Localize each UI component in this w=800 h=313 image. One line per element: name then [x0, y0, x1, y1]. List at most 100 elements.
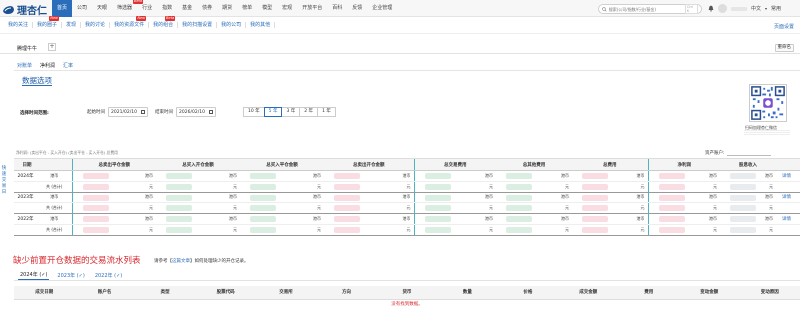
rename-button[interactable]: 重命名 — [774, 44, 794, 52]
language-switch[interactable]: 中文 — [751, 5, 761, 12]
value-cell: 元 — [496, 224, 572, 236]
currency-unit: 港币 — [485, 172, 493, 178]
brand-name: 理杏仁 — [17, 6, 47, 17]
currency-unit: 港币 — [765, 216, 773, 222]
table-header-cell: 费用 — [618, 286, 679, 300]
redacted-value — [506, 183, 532, 190]
redacted-value — [334, 183, 360, 190]
subnav-item-5[interactable]: 我的组合 Beta — [149, 16, 179, 28]
redacted-value — [582, 194, 608, 201]
value-cell: 港币 — [156, 192, 240, 204]
article-link[interactable]: 这篇文章 — [172, 259, 190, 264]
quick-trade-sidetab[interactable]: 快速交易日 — [0, 166, 8, 196]
nav-item-10[interactable]: 模型 — [257, 0, 277, 17]
nav-item-14[interactable]: 反馈 — [347, 0, 367, 17]
calendar-icon[interactable] — [209, 110, 213, 114]
table-row: 2024年 港币 港币 港币 港币 港币 港币 港币 港币 港币 港币 详情 — [14, 170, 800, 182]
nav-item-0[interactable]: 首页 — [52, 0, 73, 17]
currency-unit: 元 — [233, 226, 237, 232]
nav-item-1[interactable]: 公司 — [72, 0, 92, 17]
redacted-value — [250, 173, 276, 179]
year-tab-0[interactable]: 2024年 (✓) — [18, 271, 50, 280]
nav-item-9[interactable]: 榜单 — [237, 0, 257, 17]
detail-link[interactable]: 详情 — [776, 192, 800, 204]
subnav-item-1[interactable]: 我的圈子 New — [33, 16, 63, 28]
value-cell: 元 — [240, 224, 324, 236]
detail-link[interactable] — [776, 224, 800, 236]
subnav-item-6[interactable]: 我的扫描设置 — [178, 22, 218, 28]
redacted-value — [424, 173, 451, 179]
search-box[interactable]: Ctrl K — [598, 4, 702, 14]
currency-unit: 元 — [406, 226, 411, 232]
currency-unit: 港币 — [636, 216, 645, 222]
nav-item-5[interactable]: 指数 — [157, 0, 177, 17]
asset-account-dropdown[interactable] — [726, 149, 771, 156]
detail-link[interactable] — [776, 181, 800, 193]
year-range-button[interactable]: 10 年 — [243, 107, 265, 117]
table-header-cell: 总其他费用 — [496, 158, 572, 171]
calendar-icon[interactable] — [141, 110, 145, 114]
nav-item-11[interactable]: 宏观 — [277, 0, 297, 17]
nav-item-7[interactable]: 债券 — [197, 0, 217, 17]
end-date-value: 2026/02/10 — [179, 109, 205, 115]
detail-link[interactable] — [776, 202, 800, 215]
currency-unit: 港币 — [636, 172, 645, 178]
redacted-value — [658, 173, 685, 179]
add-portfolio-button[interactable]: + — [48, 43, 56, 51]
subnav-item-0[interactable]: 我的关注 — [4, 22, 34, 28]
nav-item-6[interactable]: 基金 — [177, 0, 197, 17]
page-settings-link[interactable]: 页面设置 — [774, 23, 794, 30]
currency-unit: 元 — [317, 226, 321, 232]
detail-link[interactable]: 详情 — [776, 170, 800, 182]
nav-item-4[interactable]: 行业 — [137, 0, 157, 17]
portfolio-tab[interactable]: 腾理牛牛 — [17, 45, 37, 52]
value-cell: 元 — [572, 224, 648, 236]
asset-account-select[interactable]: 资产账户: — [705, 149, 771, 156]
year-tab-2[interactable]: 2022年 (✓) — [93, 272, 124, 280]
value-cell: 元 — [647, 202, 720, 215]
nav-label: 天眼 — [97, 5, 108, 11]
value-cell: 港币 — [413, 192, 496, 204]
avatar[interactable] — [718, 4, 727, 13]
redacted-value — [582, 205, 608, 212]
year-range-button[interactable]: 5 年 — [263, 107, 283, 117]
nav-item-2[interactable]: 天眼 — [92, 0, 112, 17]
table-header-cell — [40, 158, 72, 171]
subnav-item-3[interactable]: 我的讨论 — [81, 22, 111, 28]
sub-navigation: 我的关注 我的圈子 New 发现 我的讨论 我的资源文件 New 我的组合 Beta 我的扫描设置… — [0, 16, 800, 34]
subnav-item-2[interactable]: 发现 — [62, 22, 82, 28]
nav-item-12[interactable]: 开放平台 — [297, 0, 327, 17]
subnav-label: 我的讨论 — [85, 22, 106, 28]
logo[interactable]: 理杏仁 — [2, 2, 47, 17]
year-range-button[interactable]: 1 年 — [317, 107, 336, 117]
start-date-field[interactable]: 2021/02/10 — [108, 107, 148, 117]
table-row: 2023年 港币 港币 港币 港币 港币 港币 港币 港币 港币 港币 详情 — [14, 192, 800, 204]
value-cell: 元 — [156, 224, 240, 236]
redacted-value — [250, 194, 276, 201]
year-range-button[interactable]: 2 年 — [299, 107, 319, 117]
subnav-label: 我的资源文件 — [114, 22, 145, 28]
year-tab-1[interactable]: 2023年 (✓) — [55, 272, 86, 280]
subnav-item-7[interactable]: 我的公司 — [217, 22, 247, 28]
table-header-cell — [776, 158, 800, 171]
year-range-button[interactable]: 3 年 — [281, 107, 301, 117]
redacted-value — [658, 194, 685, 201]
subnav-item-8[interactable]: 我的其他 — [246, 22, 276, 28]
nav-label: 首页 — [57, 5, 68, 11]
subnav-item-4[interactable]: 我的资源文件 New — [110, 16, 150, 28]
redacted-value — [730, 173, 756, 179]
detail-link[interactable]: 详情 — [776, 213, 800, 225]
nav-item-8[interactable]: 期货 — [217, 0, 237, 17]
search-input[interactable] — [608, 6, 683, 12]
currency-unit: 元 — [317, 183, 321, 189]
nav-label: 期货 — [222, 5, 233, 11]
currency-unit: 元 — [713, 226, 717, 232]
end-date-field[interactable]: 2026/02/10 — [176, 107, 216, 117]
hot-badge: New — [136, 16, 147, 21]
nav-item-15[interactable]: 企业管理 — [367, 0, 397, 17]
nav-item-3[interactable]: 筛选器 Beta — [112, 0, 144, 17]
nav-item-13[interactable]: 百科 — [327, 0, 347, 17]
value-cell: 港币 — [720, 192, 776, 204]
bell-icon[interactable] — [708, 5, 714, 12]
quick-links[interactable]: 常用 — [771, 5, 781, 12]
